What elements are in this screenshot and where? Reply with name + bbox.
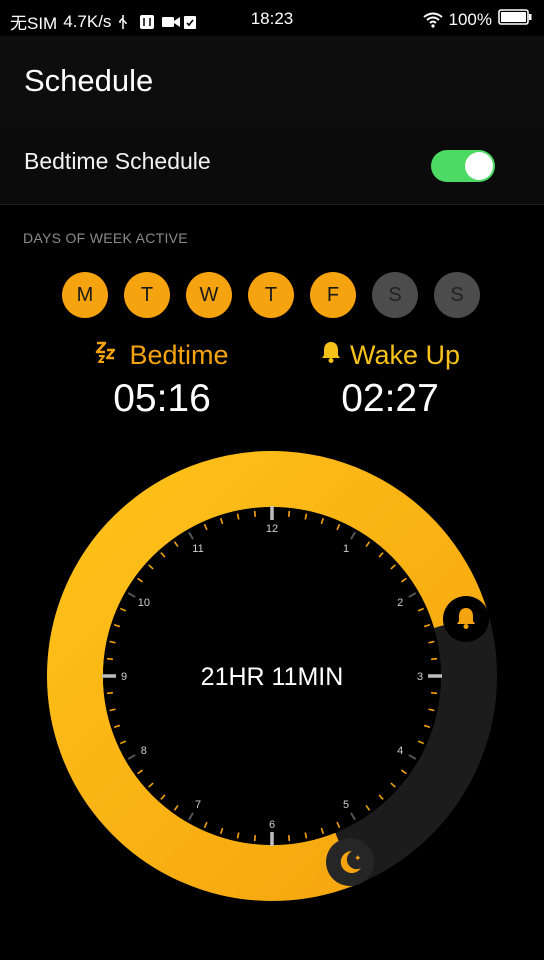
hour-label: 5	[343, 799, 349, 811]
day-monday[interactable]: M	[62, 272, 108, 318]
hour-label: 6	[269, 819, 275, 831]
dial-tick	[253, 835, 257, 842]
hour-label: 10	[138, 597, 150, 609]
dial-tick	[287, 510, 291, 517]
hour-label: 9	[121, 671, 127, 683]
hour-label: 12	[266, 523, 278, 535]
bedtime-schedule-row[interactable]: Bedtime Schedule	[0, 126, 544, 205]
bedtime-readout: Bedtime 05:16	[62, 340, 262, 421]
hour-label: 11	[192, 543, 203, 555]
page-title: Schedule	[24, 63, 154, 98]
day-thursday[interactable]: T	[248, 272, 294, 318]
hour-label: 1	[343, 543, 349, 555]
status-bar: 无SIM 4.7K/s 18:23 100%	[0, 0, 544, 36]
day-wednesday[interactable]: W	[186, 272, 232, 318]
dial-tick	[287, 835, 291, 842]
dial-tick	[106, 691, 113, 695]
day-saturday[interactable]: S	[372, 272, 418, 318]
dial-svg[interactable]: 121234567891011 21HR 11MIN ✦	[0, 430, 544, 930]
day-friday[interactable]: F	[310, 272, 356, 318]
sleep-duration: 21HR 11MIN	[201, 663, 344, 691]
wakeup-value: 02:27	[341, 377, 439, 420]
hour-label: 8	[141, 745, 147, 757]
hour-label: 3	[417, 671, 423, 683]
bedtime-value: 05:16	[113, 377, 211, 420]
zzz-icon	[95, 340, 121, 371]
hour-label: 2	[397, 597, 403, 609]
hour-label: 7	[195, 799, 201, 811]
toggle-knob	[465, 152, 493, 180]
battery-percent: 100%	[448, 9, 492, 29]
days-selector: M T W T F S S	[62, 272, 480, 318]
dial-tick	[106, 657, 113, 661]
day-sunday[interactable]: S	[434, 272, 480, 318]
bedtime-schedule-toggle[interactable]	[431, 150, 495, 182]
bell-icon	[320, 340, 342, 371]
wakeup-label: Wake Up	[349, 340, 461, 370]
app-bar: Schedule	[0, 36, 544, 126]
bedtime-handle[interactable]: ✦	[326, 838, 374, 886]
sleep-dial[interactable]: 12 1 2 3 4 5 6 7 8 9 10 11 21HR 11MIN ✦	[0, 430, 544, 930]
wake-handle[interactable]	[443, 596, 489, 642]
day-tuesday[interactable]: T	[124, 272, 170, 318]
days-section-label: DAYS OF WEEK ACTIVE	[23, 230, 188, 246]
hour-label: 4	[397, 745, 403, 757]
wifi-icon	[422, 12, 443, 28]
bedtime-label: Bedtime	[129, 340, 229, 370]
dial-tick	[431, 691, 438, 695]
dial-tick	[431, 657, 438, 661]
svg-text:✦: ✦	[354, 854, 362, 864]
dial-tick	[253, 510, 257, 517]
bedtime-schedule-label: Bedtime Schedule	[24, 148, 211, 174]
wakeup-readout: Wake Up 02:27	[300, 340, 480, 421]
battery-icon	[498, 9, 532, 30]
